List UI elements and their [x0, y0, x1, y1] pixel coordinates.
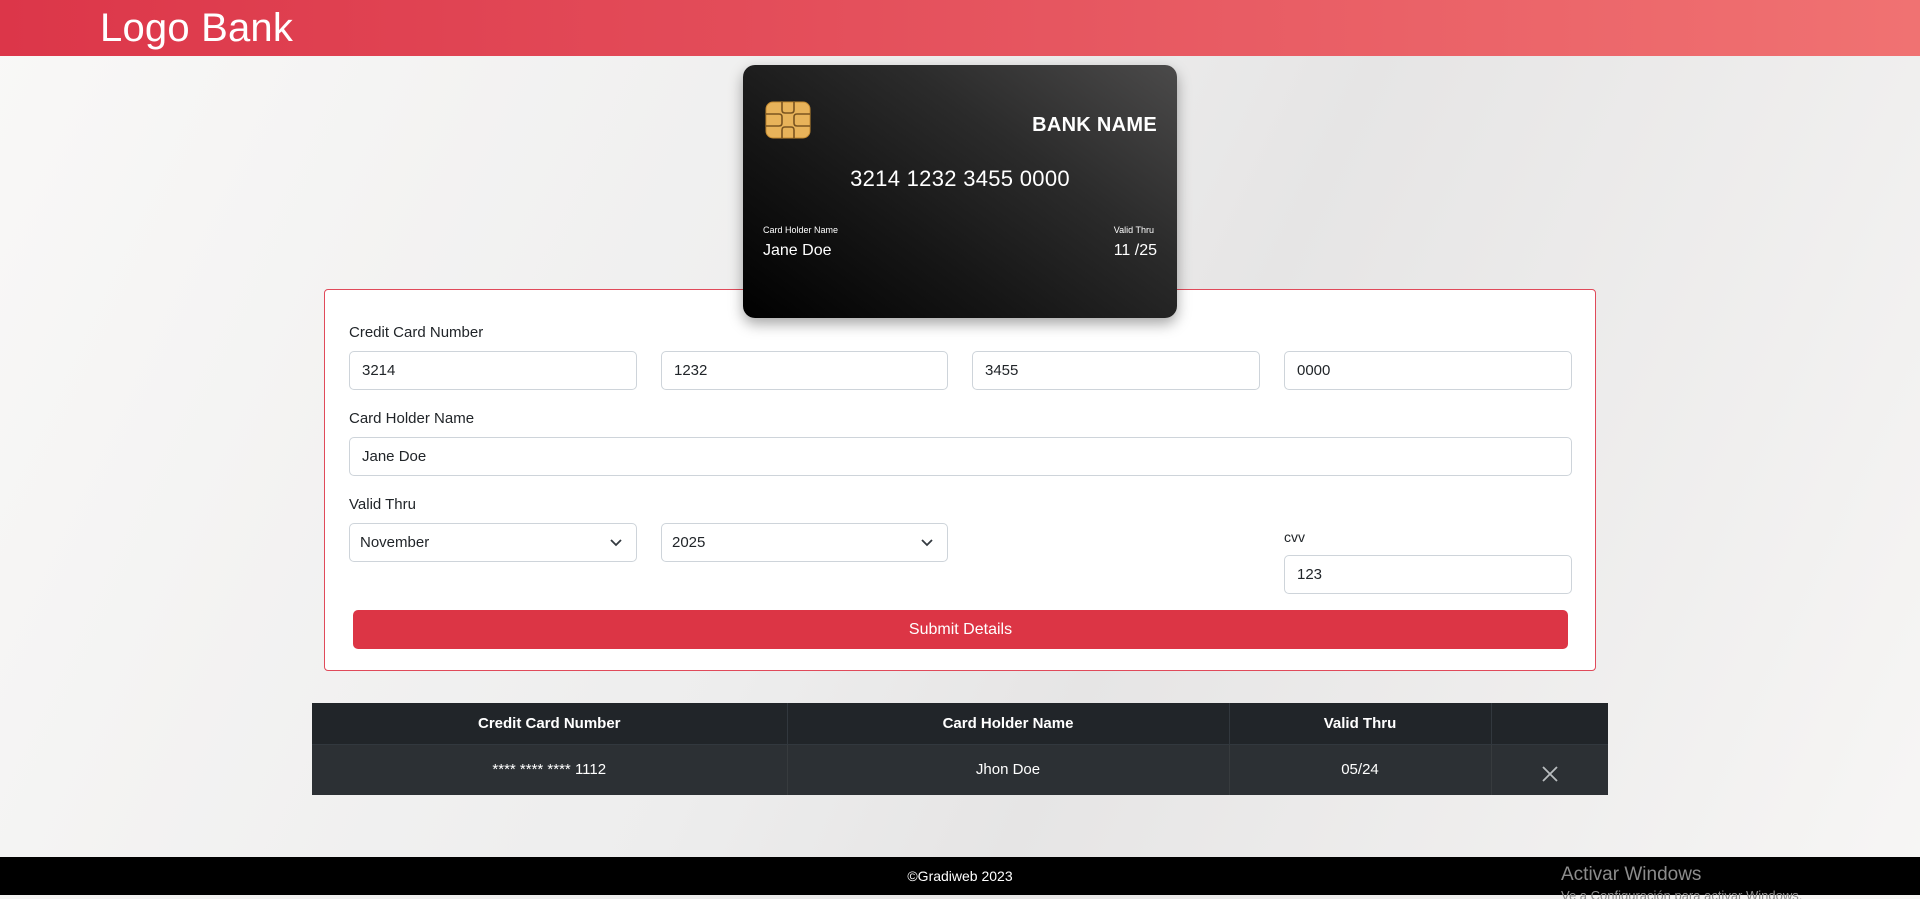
card-number-part-2-input[interactable]	[661, 351, 948, 390]
year-select-value: 2025	[672, 534, 706, 551]
column-header-holder: Card Holder Name	[787, 703, 1230, 745]
cvv-input[interactable]	[1284, 555, 1572, 594]
month-select-value: November	[360, 534, 430, 551]
logo-text[interactable]: Logo Bank	[100, 6, 293, 51]
bank-name: BANK NAME	[1032, 114, 1157, 136]
card-number-part-3-input[interactable]	[972, 351, 1260, 390]
card-holder-display: Jane Doe	[763, 242, 832, 259]
column-header-valid-thru: Valid Thru	[1229, 703, 1492, 745]
cell-actions	[1491, 744, 1608, 795]
card-chip-icon	[765, 101, 811, 139]
valid-thru-label: Valid Thru	[349, 496, 416, 513]
card-number-part-4-input[interactable]	[1284, 351, 1572, 390]
credit-card-preview: BANK NAME 3214 1232 3455 0000 Card Holde…	[743, 65, 1177, 318]
year-select[interactable]: 2025	[661, 523, 948, 562]
top-navbar: Logo Bank	[0, 0, 1920, 56]
cell-card-number: **** **** **** 1112	[312, 744, 788, 795]
card-holder-input[interactable]	[349, 437, 1572, 476]
card-number-part-1-input[interactable]	[349, 351, 637, 390]
chevron-down-icon	[921, 539, 933, 547]
chevron-down-icon	[610, 539, 622, 547]
table-row: **** **** **** 1112 Jhon Doe 05/24	[312, 744, 1608, 795]
saved-cards-table: Credit Card Number Card Holder Name Vali…	[312, 703, 1608, 795]
card-number-label: Credit Card Number	[349, 324, 484, 341]
column-header-actions	[1491, 703, 1608, 745]
close-icon[interactable]	[1541, 765, 1559, 783]
footer-copyright: ©Gradiweb 2023	[907, 868, 1013, 884]
submit-details-button[interactable]: Submit Details	[353, 610, 1568, 649]
windows-activation-title: Activar Windows	[1561, 864, 1702, 885]
column-header-card-number: Credit Card Number	[312, 703, 788, 745]
card-number-display: 3214 1232 3455 0000	[850, 166, 1070, 191]
valid-thru-display: 11 /25	[1113, 242, 1157, 259]
windows-activation-subtitle: Ve a Configuración para activar Windows.	[1561, 888, 1803, 899]
table-header-row: Credit Card Number Card Holder Name Vali…	[312, 703, 1608, 745]
card-details-form: Credit Card Number Card Holder Name Vali…	[324, 289, 1596, 671]
month-select[interactable]: November	[349, 523, 637, 562]
card-holder-label: Card Holder Name	[349, 410, 475, 427]
cell-valid-thru: 05/24	[1229, 744, 1492, 795]
valid-thru-caption: Valid Thru	[1113, 225, 1154, 235]
card-holder-caption: Card Holder Name	[763, 225, 839, 235]
cell-holder: Jhon Doe	[787, 744, 1230, 795]
cvv-label: cvv	[1284, 529, 1305, 545]
